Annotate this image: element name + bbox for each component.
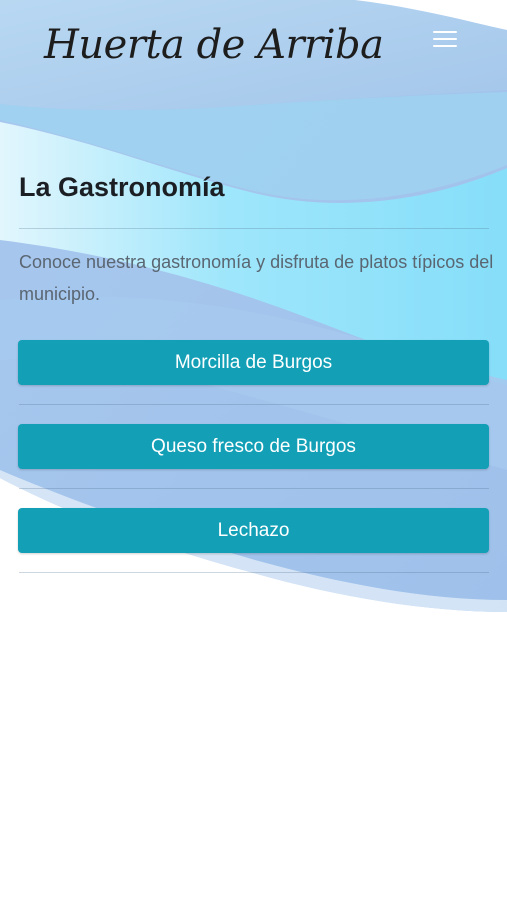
dish-button-queso[interactable]: Queso fresco de Burgos (18, 424, 489, 469)
dish-button-morcilla[interactable]: Morcilla de Burgos (18, 340, 489, 385)
dish-button-lechazo[interactable]: Lechazo (18, 508, 489, 553)
intro-text: Conoce nuestra gastronomía y disfruta de… (19, 252, 494, 304)
hamburger-menu-icon[interactable] (430, 26, 460, 52)
site-header: Huerta de Arriba (0, 0, 507, 100)
title-divider (19, 228, 489, 229)
list-divider (19, 404, 489, 405)
page-title: La Gastronomía (19, 172, 225, 202)
list-divider (19, 572, 489, 573)
site-logo[interactable]: Huerta de Arriba (44, 22, 384, 68)
list-divider (19, 488, 489, 489)
